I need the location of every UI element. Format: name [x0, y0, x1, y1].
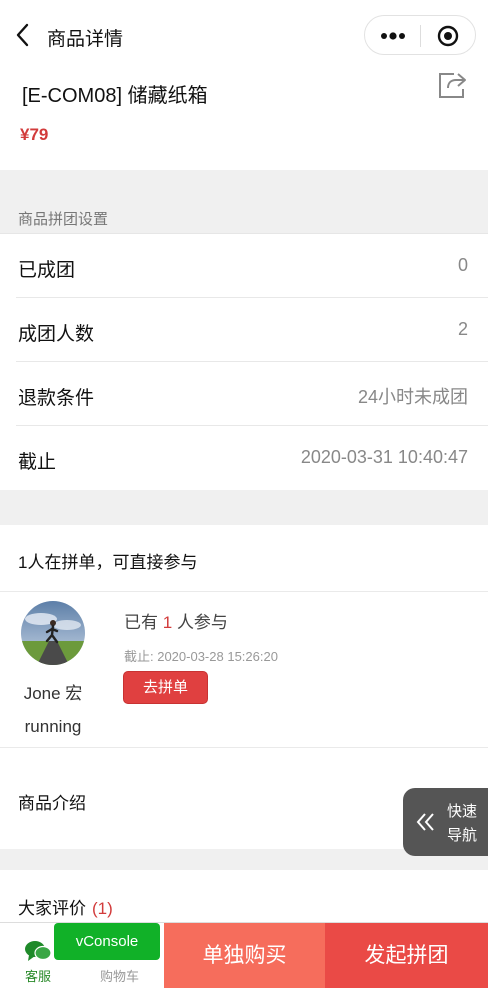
user-name: Jone 宏 running [23, 684, 83, 736]
back-arrow-icon[interactable] [12, 22, 36, 48]
join-deadline: 截止: 2020-03-28 15:26:20 [124, 649, 278, 664]
mini-program-capsule [364, 15, 476, 55]
product-intro-title: 商品介绍 [18, 794, 86, 813]
joined-number: 1 [162, 613, 173, 632]
row-label: 成团人数 [18, 324, 95, 345]
settings-row-formed: 已成团 0 [0, 234, 488, 298]
joined-prefix: 已有 [124, 613, 158, 632]
join-group-card: 1人在拼单，可直接参与 Jone 宏 running 已有 1 人参与 截止: … [0, 525, 488, 747]
start-group-button[interactable]: 发起拼团 [325, 923, 488, 988]
join-header: 1人在拼单，可直接参与 [18, 553, 198, 572]
join-group-button[interactable]: 去拼单 [123, 671, 208, 704]
close-target-icon[interactable] [437, 25, 459, 47]
row-label: 退款条件 [18, 388, 95, 409]
settings-row-group-size: 成团人数 2 [0, 298, 488, 362]
navbar: 商品详情 [0, 0, 488, 70]
share-icon[interactable] [436, 70, 468, 100]
reviews-count: (1) [92, 899, 113, 918]
reviews-label: 大家评价 [18, 899, 86, 918]
product-card: [E-COM08] 储藏纸箱 ¥79 [0, 70, 488, 170]
row-value: 24小时未成团 [357, 387, 468, 407]
settings-row-deadline: 截止 2020-03-31 10:40:47 [0, 426, 488, 490]
double-chevron-left-icon [416, 813, 434, 831]
vconsole-button[interactable]: vConsole [54, 923, 160, 960]
row-label: 截止 [18, 452, 57, 473]
row-label: 已成团 [18, 260, 76, 281]
buy-single-button[interactable]: 单独购买 [164, 923, 325, 988]
joined-count: 已有 1 人参与 [124, 608, 228, 633]
page-title: 商品详情 [47, 29, 124, 50]
cart-label[interactable]: 购物车 [100, 966, 139, 985]
runner-avatar-image [21, 601, 85, 665]
settings-row-refund: 退款条件 24小时未成团 [0, 362, 488, 426]
row-value: 0 [457, 255, 468, 275]
avatar [21, 601, 85, 665]
chat-service-icon[interactable] [24, 939, 52, 963]
reviews-card[interactable]: 大家评价 (1) [0, 870, 488, 930]
group-settings-list: 已成团 0 成团人数 2 退款条件 24小时未成团 截止 2020-03-31 … [0, 233, 488, 490]
row-value: 2020-03-31 10:40:47 [300, 447, 468, 467]
bottom-action-bar: 客服 购物车 vConsole 单独购买 发起拼团 [0, 922, 488, 988]
row-value: 2 [457, 319, 468, 339]
quick-nav-label: 快速 导航 [447, 803, 478, 844]
joined-suffix: 人参与 [176, 613, 228, 632]
capsule-divider [420, 25, 421, 47]
quick-nav-button[interactable]: 快速 导航 [403, 788, 488, 856]
more-icon[interactable] [379, 27, 407, 45]
reviews-title: 大家评价 (1) [18, 894, 113, 919]
price: ¥79 [20, 125, 49, 144]
product-title: [E-COM08] 储藏纸箱 [22, 85, 208, 107]
service-label[interactable]: 客服 [25, 966, 51, 985]
group-settings-label: 商品拼团设置 [18, 211, 109, 228]
